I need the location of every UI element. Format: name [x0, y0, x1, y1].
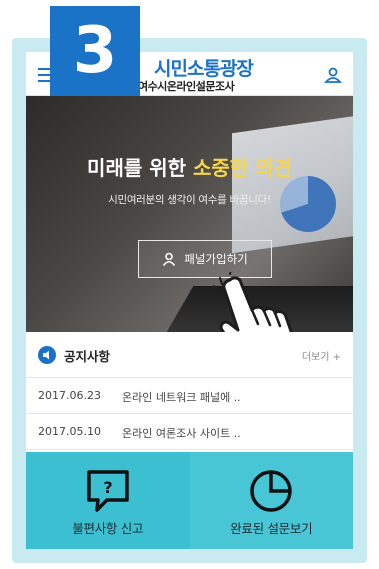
app-subtitle: 여수시온라인설문조사 — [138, 80, 235, 93]
notice-more-link[interactable]: 더보기 + — [302, 348, 341, 363]
user-icon[interactable] — [324, 66, 342, 84]
completed-survey-tile[interactable]: 완료된 설문보기 — [189, 452, 353, 549]
hero-headline: 미래를 위한 소중한 의견 — [26, 152, 353, 181]
notice-list-item[interactable]: 2017.05.10 온라인 여론조사 사이트 .. — [26, 414, 353, 450]
notice-item-title: 온라인 여론조사 사이트 .. — [122, 427, 241, 440]
notice-item-title: 온라인 네트워크 패널에 .. — [122, 391, 241, 404]
svg-text:?: ? — [103, 478, 112, 497]
hero-headline-accent: 소중한 의견 — [192, 156, 292, 180]
hero-banner: 미래를 위한 소중한 의견 시민여러분의 생각이 여수를 바꿉니다! 패널가입하… — [26, 96, 353, 332]
pie-chart-icon — [250, 470, 292, 512]
step-number-badge: 3 — [50, 6, 140, 96]
notice-section: 공지사항 더보기 + 2017.06.23 온라인 네트워크 패널에 .. 20… — [26, 332, 353, 452]
pointing-hand-icon — [213, 272, 293, 332]
complaint-report-tile[interactable]: ? 불편사항 신고 — [26, 452, 190, 549]
report-speech-bubble-icon: ? — [87, 470, 129, 512]
person-icon — [163, 252, 176, 266]
app-title: 시민소통광장 — [154, 58, 254, 80]
hero-headline-plain: 미래를 위한 — [87, 156, 193, 180]
notice-list-item[interactable]: 2017.06.23 온라인 네트워크 패널에 .. — [26, 378, 353, 414]
speaker-icon — [38, 346, 56, 364]
notice-date: 2017.05.10 — [38, 425, 101, 438]
hero-subtext: 시민여러분의 생각이 여수를 바꿉니다! — [108, 194, 271, 206]
panel-join-label: 패널가입하기 — [184, 252, 248, 266]
bottom-menu-tiles: ? 불편사항 신고 완료된 설문보기 — [26, 452, 353, 549]
complaint-report-label: 불편사항 신고 — [72, 521, 144, 536]
notice-title: 공지사항 — [64, 349, 111, 364]
notice-header: 공지사항 더보기 + — [26, 332, 353, 378]
phone-frame: 시민소통광장 여수시온라인설문조사 미래를 위한 소중한 의견 시민여러분의 생… — [12, 38, 367, 563]
app-screen: 시민소통광장 여수시온라인설문조사 미래를 위한 소중한 의견 시민여러분의 생… — [26, 52, 353, 549]
notice-date: 2017.06.23 — [38, 389, 101, 402]
completed-survey-label: 완료된 설문보기 — [230, 521, 313, 536]
